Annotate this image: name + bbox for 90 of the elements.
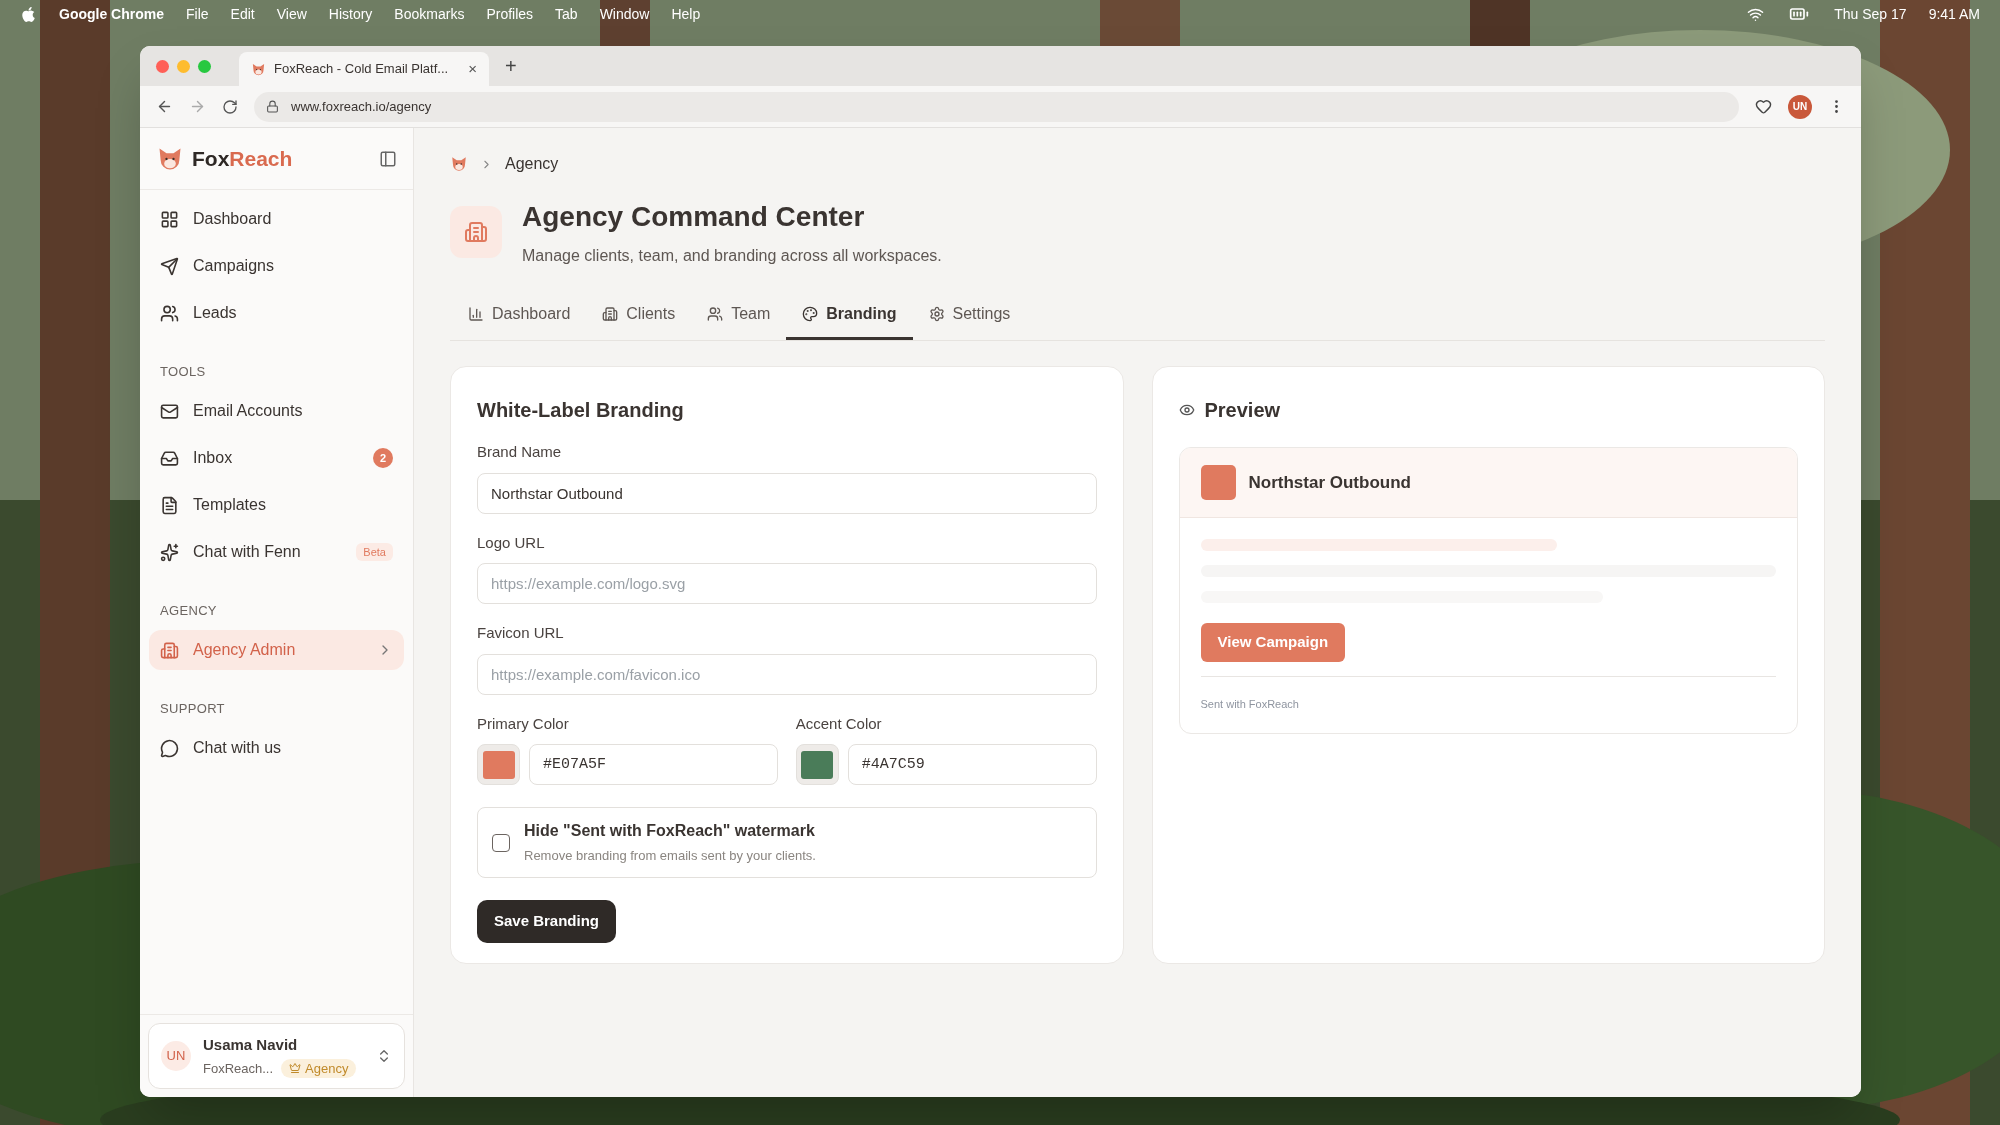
menu-item[interactable]: Google Chrome bbox=[59, 3, 164, 25]
preview-brand-name: Northstar Outbound bbox=[1248, 471, 1411, 494]
menu-item[interactable]: Tab bbox=[555, 3, 578, 25]
bar-chart-icon bbox=[468, 305, 484, 322]
preview-footer: Sent with FoxReach bbox=[1200, 698, 1299, 710]
section-heading: AGENCY bbox=[159, 602, 218, 621]
building-icon bbox=[464, 220, 488, 244]
new-tab-button[interactable]: + bbox=[497, 51, 525, 81]
eye-icon bbox=[1178, 402, 1195, 418]
back-icon[interactable] bbox=[156, 98, 173, 115]
menu-item[interactable]: Window bbox=[599, 3, 650, 25]
field-label: Accent Color bbox=[795, 713, 883, 734]
menu-date[interactable]: Thu Sep 17 bbox=[1834, 3, 1907, 25]
beta-tag: Beta bbox=[356, 542, 393, 562]
color-swatch[interactable] bbox=[795, 744, 839, 785]
section-heading: TOOLS bbox=[159, 363, 207, 382]
nav-item[interactable]: Leads bbox=[149, 293, 404, 333]
user-name: Usama Navid bbox=[203, 1035, 299, 1055]
browser-tab[interactable]: FoxReach - Cold Email Platf... × bbox=[239, 52, 489, 86]
nav-item[interactable]: Dashboard bbox=[149, 199, 404, 239]
settings-icon bbox=[928, 305, 945, 322]
sparkles-icon bbox=[160, 542, 179, 562]
menu-item[interactable]: Help bbox=[671, 3, 701, 25]
tab-title: FoxReach - Cold Email Platf... bbox=[274, 60, 450, 79]
breadcrumb-item[interactable]: Agency bbox=[505, 152, 559, 176]
close-window-button[interactable] bbox=[156, 59, 169, 73]
grid-icon bbox=[160, 209, 179, 229]
document-icon bbox=[160, 495, 179, 515]
fox-head-icon bbox=[450, 155, 468, 173]
field-label: Brand Name bbox=[477, 442, 563, 462]
text-field[interactable]: Northstar Outbound bbox=[477, 472, 1097, 514]
nav-item[interactable]: Chat with Fenn Beta bbox=[149, 532, 404, 572]
nav-item[interactable]: Campaigns bbox=[149, 246, 404, 286]
profile-avatar[interactable]: UN bbox=[1788, 94, 1812, 119]
nav-item[interactable]: Email Accounts bbox=[149, 391, 404, 431]
unread-count: 2 bbox=[373, 448, 393, 468]
apple-icon[interactable] bbox=[20, 5, 37, 23]
plan-badge: Agency bbox=[281, 1058, 357, 1078]
field-label: Logo URL bbox=[477, 532, 546, 553]
palette-icon bbox=[802, 305, 819, 322]
tab[interactable]: Clients bbox=[586, 290, 692, 340]
address-bar[interactable]: www.foxreach.io/agency bbox=[254, 91, 1739, 122]
field-label: Favicon URL bbox=[477, 623, 565, 643]
users-icon bbox=[707, 305, 724, 322]
card-title: Preview bbox=[1204, 398, 1281, 423]
menu-item[interactable]: Edit bbox=[230, 3, 255, 25]
inbox-icon bbox=[160, 448, 179, 468]
option-label: Hide "Sent with FoxReach" watermark bbox=[524, 821, 816, 842]
save-button[interactable]: Save Branding bbox=[477, 900, 617, 943]
menu-item[interactable]: History bbox=[328, 3, 373, 25]
brand-logo-square bbox=[1200, 465, 1236, 500]
brand-logo[interactable]: FoxReach bbox=[192, 142, 371, 175]
page-subtitle: Manage clients, team, and branding across all workspaces. bbox=[522, 246, 942, 266]
checkbox[interactable] bbox=[492, 833, 510, 852]
menu-item[interactable]: File bbox=[186, 3, 209, 25]
hex-field[interactable]: #E07A5F bbox=[529, 744, 778, 785]
building-icon bbox=[602, 305, 619, 322]
tab-close-button[interactable]: × bbox=[468, 57, 477, 81]
text-field[interactable]: https://example.com/favicon.ico bbox=[477, 653, 1097, 695]
fox-head-icon bbox=[251, 61, 266, 77]
tab[interactable]: Settings bbox=[912, 290, 1027, 340]
page-title: Agency Command Center bbox=[522, 200, 866, 234]
workspace-name: FoxReach... bbox=[203, 1059, 274, 1078]
section-heading: SUPPORT bbox=[159, 700, 226, 719]
speech-bubble-icon bbox=[160, 738, 179, 758]
menu-time[interactable]: 9:41 AM bbox=[1928, 3, 1980, 25]
sidebar-toggle-icon[interactable] bbox=[379, 149, 397, 168]
menu-item[interactable]: View bbox=[276, 3, 307, 25]
option-hint: Remove branding from emails sent by your clients. bbox=[524, 847, 816, 866]
envelope-icon bbox=[160, 401, 179, 421]
user-card[interactable]: UN Usama Navid FoxReach... Agency bbox=[148, 1023, 405, 1089]
paper-plane-icon bbox=[160, 256, 179, 276]
nav-item[interactable]: Chat with us bbox=[149, 728, 404, 768]
heart-icon[interactable] bbox=[1755, 98, 1772, 115]
menu-item[interactable]: Bookmarks bbox=[394, 3, 465, 25]
users-icon bbox=[160, 303, 179, 323]
building-icon bbox=[160, 640, 179, 660]
card-title: White-Label Branding bbox=[477, 398, 685, 423]
nav-item[interactable]: Inbox 2 bbox=[149, 438, 404, 478]
color-swatch[interactable] bbox=[477, 744, 520, 785]
user-avatar: UN bbox=[161, 1041, 191, 1071]
text-field[interactable]: https://example.com/logo.svg bbox=[477, 563, 1097, 604]
reload-icon[interactable] bbox=[222, 98, 238, 115]
field-label: Primary Color bbox=[477, 713, 570, 734]
hex-field[interactable]: #4A7C59 bbox=[847, 744, 1097, 785]
tab[interactable]: Branding bbox=[786, 290, 913, 340]
nav-item[interactable]: Templates bbox=[149, 485, 404, 525]
tab[interactable]: Team bbox=[691, 290, 787, 340]
tab[interactable]: Dashboard bbox=[452, 290, 587, 340]
menu-item[interactable]: Profiles bbox=[486, 3, 534, 25]
